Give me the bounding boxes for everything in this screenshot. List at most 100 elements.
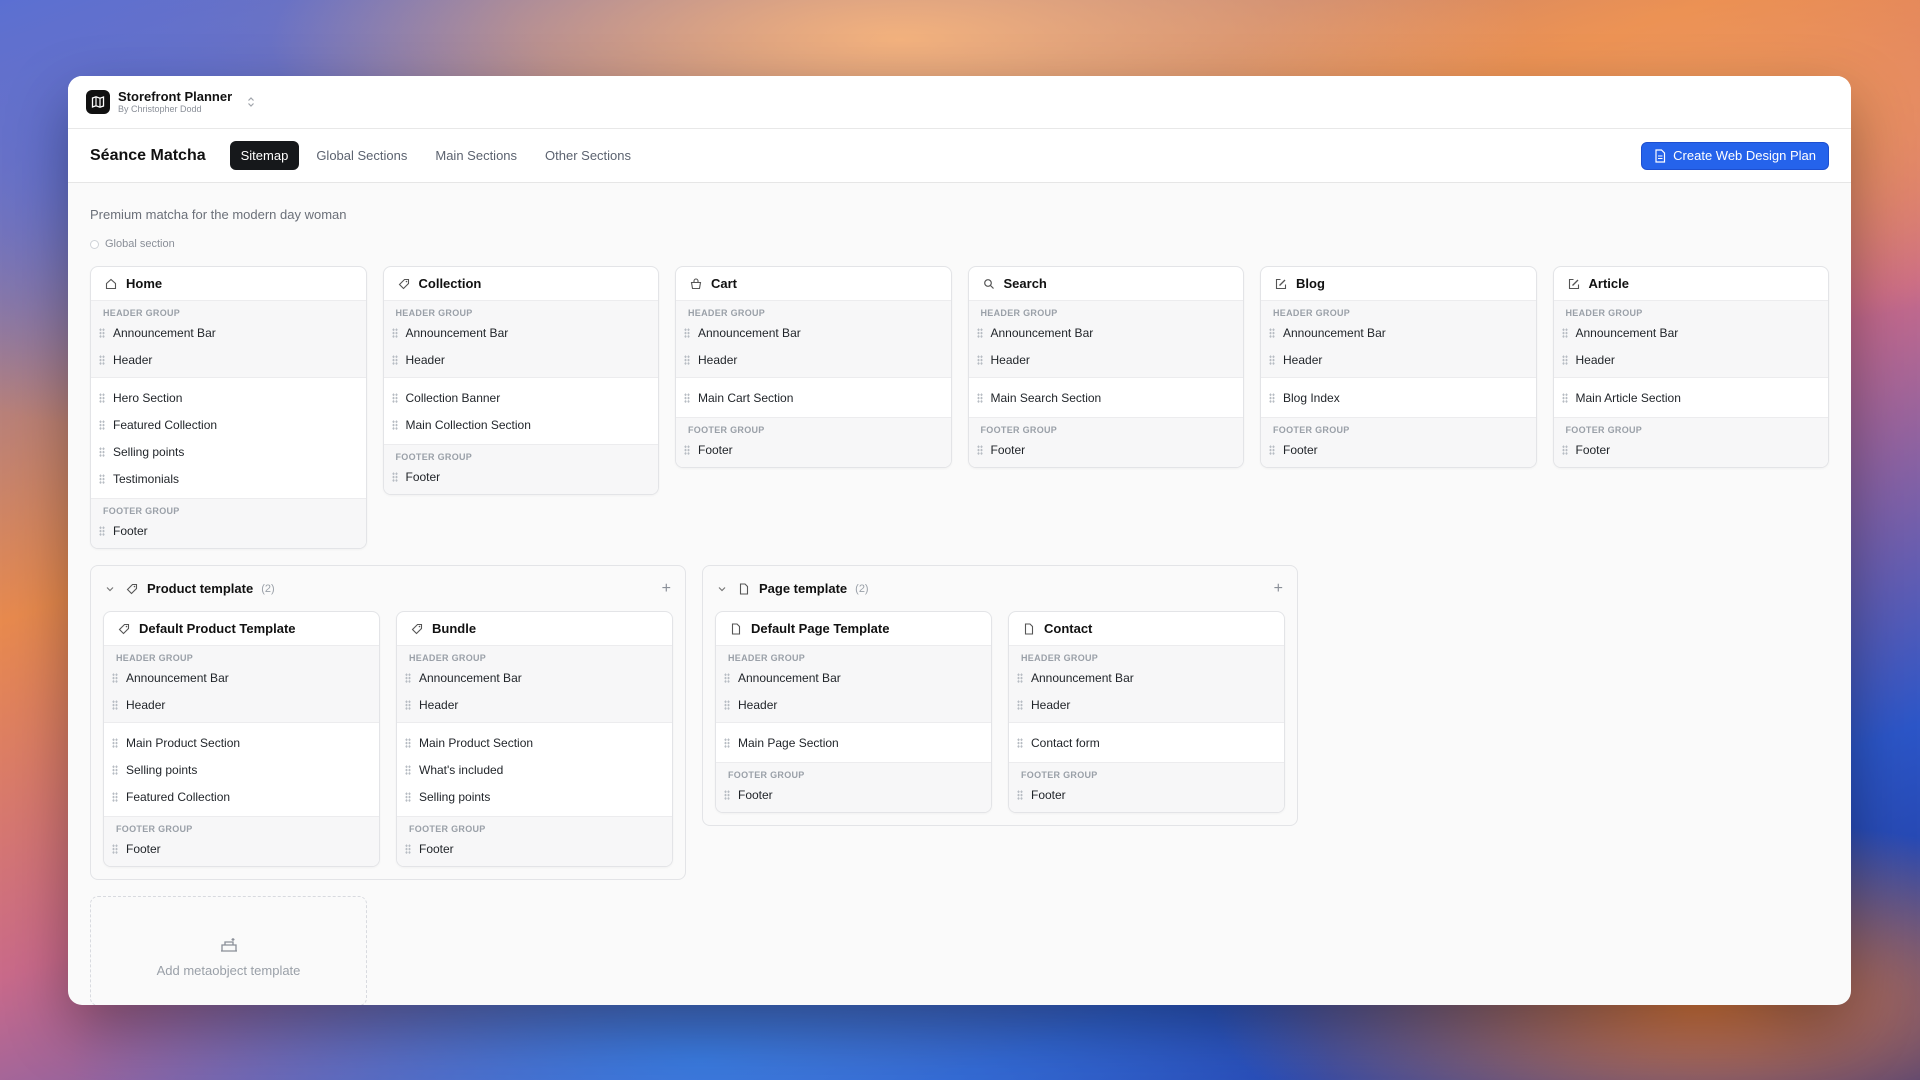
drag-handle-icon[interactable] xyxy=(684,327,690,338)
section-row-announcement-bar[interactable]: Announcement Bar xyxy=(384,319,659,346)
plus-icon[interactable]: + xyxy=(662,580,671,598)
section-row-footer[interactable]: Footer xyxy=(1554,436,1829,463)
drag-handle-icon[interactable] xyxy=(99,419,105,430)
section-row-main-collection-section[interactable]: Main Collection Section xyxy=(384,411,659,438)
section-row-announcement-bar[interactable]: Announcement Bar xyxy=(104,664,379,691)
chevron-updown-icon[interactable] xyxy=(244,95,258,109)
section-row-main-article-section[interactable]: Main Article Section xyxy=(1554,384,1829,411)
section-row-footer[interactable]: Footer xyxy=(397,835,672,862)
drag-handle-icon[interactable] xyxy=(99,354,105,365)
page-card-default-page-template[interactable]: Default Page Template HEADER GROUP Announc… xyxy=(715,611,992,813)
page-card-blog[interactable]: Blog HEADER GROUP Announcement Bar Header Bl… xyxy=(1260,266,1537,468)
drag-handle-icon[interactable] xyxy=(1269,392,1275,403)
page-card-home[interactable]: Home HEADER GROUP Announcement Bar Header He… xyxy=(90,266,367,549)
drag-handle-icon[interactable] xyxy=(976,392,983,403)
drag-handle-icon[interactable] xyxy=(99,473,105,484)
section-row-footer[interactable]: Footer xyxy=(969,436,1244,463)
drag-handle-icon[interactable] xyxy=(724,672,730,683)
drag-handle-icon[interactable] xyxy=(99,446,105,457)
section-row-main-search-section[interactable]: Main Search Section xyxy=(969,384,1244,411)
drag-handle-icon[interactable] xyxy=(684,354,690,365)
section-row-header[interactable]: Header xyxy=(716,691,991,718)
drag-handle-icon[interactable] xyxy=(391,354,398,365)
drag-handle-icon[interactable] xyxy=(405,843,411,854)
chevron-down-icon[interactable] xyxy=(103,582,117,596)
section-row-main-page-section[interactable]: Main Page Section xyxy=(716,729,991,756)
drag-handle-icon[interactable] xyxy=(99,392,105,403)
drag-handle-icon[interactable] xyxy=(112,843,118,854)
section-row-announcement-bar[interactable]: Announcement Bar xyxy=(969,319,1244,346)
section-row-footer[interactable]: Footer xyxy=(91,517,366,544)
drag-handle-icon[interactable] xyxy=(112,764,118,775)
drag-handle-icon[interactable] xyxy=(1269,354,1275,365)
section-row-header[interactable]: Header xyxy=(104,691,379,718)
section-row-footer[interactable]: Footer xyxy=(1261,436,1536,463)
section-row-blog-index[interactable]: Blog Index xyxy=(1261,384,1536,411)
card-header[interactable]: Collection xyxy=(383,267,658,301)
section-row-selling-points[interactable]: Selling points xyxy=(104,756,379,783)
drag-handle-icon[interactable] xyxy=(724,789,730,800)
drag-handle-icon[interactable] xyxy=(391,419,398,430)
section-row-header[interactable]: Header xyxy=(397,691,672,718)
section-row-footer[interactable]: Footer xyxy=(676,436,951,463)
card-header[interactable]: Search xyxy=(968,267,1243,301)
section-row-announcement-bar[interactable]: Announcement Bar xyxy=(1009,664,1284,691)
page-card-bundle[interactable]: Bundle HEADER GROUP Announcement Bar Header… xyxy=(396,611,673,867)
section-row-announcement-bar[interactable]: Announcement Bar xyxy=(397,664,672,691)
page-card-default-product-template[interactable]: Default Product Template HEADER GROUP Anno… xyxy=(103,611,380,867)
drag-handle-icon[interactable] xyxy=(724,699,730,710)
section-row-announcement-bar[interactable]: Announcement Bar xyxy=(716,664,991,691)
card-header[interactable]: Blog xyxy=(1261,267,1536,301)
drag-handle-icon[interactable] xyxy=(1561,444,1568,455)
section-row-main-product-section[interactable]: Main Product Section xyxy=(397,729,672,756)
drag-handle-icon[interactable] xyxy=(112,791,118,802)
chevron-down-icon[interactable] xyxy=(715,582,729,596)
section-row-header[interactable]: Header xyxy=(1554,346,1829,373)
drag-handle-icon[interactable] xyxy=(1561,327,1568,338)
drag-handle-icon[interactable] xyxy=(112,699,118,710)
drag-handle-icon[interactable] xyxy=(1269,444,1275,455)
section-row-header[interactable]: Header xyxy=(1009,691,1284,718)
card-header[interactable]: Default Page Template xyxy=(716,612,991,646)
drag-handle-icon[interactable] xyxy=(684,444,690,455)
drag-handle-icon[interactable] xyxy=(724,737,730,748)
drag-handle-icon[interactable] xyxy=(976,327,983,338)
card-header[interactable]: Contact xyxy=(1009,612,1284,646)
card-header[interactable]: Bundle xyxy=(397,612,672,646)
drag-handle-icon[interactable] xyxy=(1017,789,1023,800)
section-row-selling-points[interactable]: Selling points xyxy=(397,783,672,810)
section-row-announcement-bar[interactable]: Announcement Bar xyxy=(676,319,951,346)
section-row-header[interactable]: Header xyxy=(676,346,951,373)
section-row-announcement-bar[interactable]: Announcement Bar xyxy=(1554,319,1829,346)
section-row-hero-section[interactable]: Hero Section xyxy=(91,384,366,411)
drag-handle-icon[interactable] xyxy=(1269,327,1275,338)
section-row-contact-form[interactable]: Contact form xyxy=(1009,729,1284,756)
section-row-header[interactable]: Header xyxy=(91,346,366,373)
drag-handle-icon[interactable] xyxy=(405,699,411,710)
drag-handle-icon[interactable] xyxy=(1561,392,1568,403)
app-title-block[interactable]: Storefront Planner By Christopher Dodd xyxy=(118,89,232,115)
drag-handle-icon[interactable] xyxy=(1017,737,1023,748)
drag-handle-icon[interactable] xyxy=(391,471,398,482)
section-row-header[interactable]: Header xyxy=(1261,346,1536,373)
section-row-main-cart-section[interactable]: Main Cart Section xyxy=(676,384,951,411)
add-metaobject-template-button[interactable]: Add metaobject template xyxy=(90,896,367,1005)
section-row-what-s-included[interactable]: What's included xyxy=(397,756,672,783)
drag-handle-icon[interactable] xyxy=(405,737,411,748)
card-header[interactable]: Cart xyxy=(676,267,951,301)
page-card-collection[interactable]: Collection HEADER GROUP Announcement Bar He… xyxy=(382,266,659,495)
card-header[interactable]: Home xyxy=(91,267,366,301)
drag-handle-icon[interactable] xyxy=(405,764,411,775)
tab-main-sections[interactable]: Main Sections xyxy=(424,141,528,170)
drag-handle-icon[interactable] xyxy=(99,525,105,536)
page-card-contact[interactable]: Contact HEADER GROUP Announcement Bar Heade… xyxy=(1008,611,1285,813)
section-row-main-product-section[interactable]: Main Product Section xyxy=(104,729,379,756)
section-row-header[interactable]: Header xyxy=(969,346,1244,373)
drag-handle-icon[interactable] xyxy=(391,327,398,338)
section-row-footer[interactable]: Footer xyxy=(1009,781,1284,808)
plus-icon[interactable]: + xyxy=(1274,580,1283,598)
drag-handle-icon[interactable] xyxy=(976,354,983,365)
page-card-cart[interactable]: Cart HEADER GROUP Announcement Bar Header Ma… xyxy=(675,266,952,468)
section-row-testimonials[interactable]: Testimonials xyxy=(91,465,366,492)
section-row-announcement-bar[interactable]: Announcement Bar xyxy=(91,319,366,346)
